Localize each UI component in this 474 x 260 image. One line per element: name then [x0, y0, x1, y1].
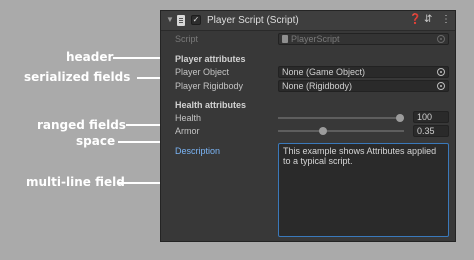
annotation-multi-line-field: multi-line field	[26, 175, 125, 189]
script-label: Script	[175, 34, 199, 44]
script-icon	[177, 15, 185, 26]
presets-icon[interactable]: ⇵	[424, 14, 432, 25]
player-rigidbody-label: Player Rigidbody	[175, 81, 244, 91]
object-picker-icon[interactable]	[437, 68, 445, 76]
object-picker-icon	[437, 35, 445, 43]
enabled-checkbox[interactable]: ✓	[191, 15, 201, 25]
description-textarea[interactable]: This example shows Attributes applied to…	[278, 143, 449, 237]
player-object-value: None (Game Object)	[282, 67, 366, 77]
script-value: PlayerScript	[291, 34, 340, 44]
armor-label: Armor	[175, 126, 200, 136]
health-label: Health	[175, 113, 202, 123]
armor-slider-thumb[interactable]	[319, 127, 328, 135]
description-label: Description	[175, 146, 221, 156]
object-picker-icon[interactable]	[437, 82, 445, 90]
armor-slider[interactable]	[278, 127, 404, 135]
health-slider-thumb[interactable]	[396, 114, 404, 122]
script-field: PlayerScript	[278, 33, 449, 45]
player-object-field[interactable]: None (Game Object)	[278, 66, 449, 78]
inspector-component-panel: ▼ ✓ Player Script (Script) ❓ ⇵ ⋮ Script …	[160, 10, 456, 242]
armor-value-field[interactable]: 0.35	[413, 125, 449, 137]
annotation-space: space	[76, 134, 116, 148]
annotation-ranged-fields: ranged fields	[37, 118, 126, 132]
player-attributes-header: Player attributes	[175, 54, 246, 64]
component-title: Player Script (Script)	[207, 15, 299, 26]
player-rigidbody-value: None (Rigidbody)	[282, 81, 353, 91]
component-titlebar[interactable]: ▼ ✓ Player Script (Script) ❓ ⇵ ⋮	[161, 11, 455, 31]
health-value-field[interactable]: 100	[413, 111, 449, 123]
health-attributes-header: Health attributes	[175, 100, 247, 110]
annotation-header: header	[66, 50, 114, 64]
annotation-serialized-fields: serialized fields	[24, 70, 131, 84]
help-icon[interactable]: ❓	[409, 14, 421, 25]
more-options-icon[interactable]: ⋮	[441, 14, 451, 25]
health-slider[interactable]	[278, 114, 404, 122]
player-rigidbody-field[interactable]: None (Rigidbody)	[278, 80, 449, 92]
player-object-label: Player Object	[175, 67, 230, 77]
script-file-icon	[282, 35, 288, 43]
foldout-arrow-icon[interactable]: ▼	[166, 15, 174, 24]
